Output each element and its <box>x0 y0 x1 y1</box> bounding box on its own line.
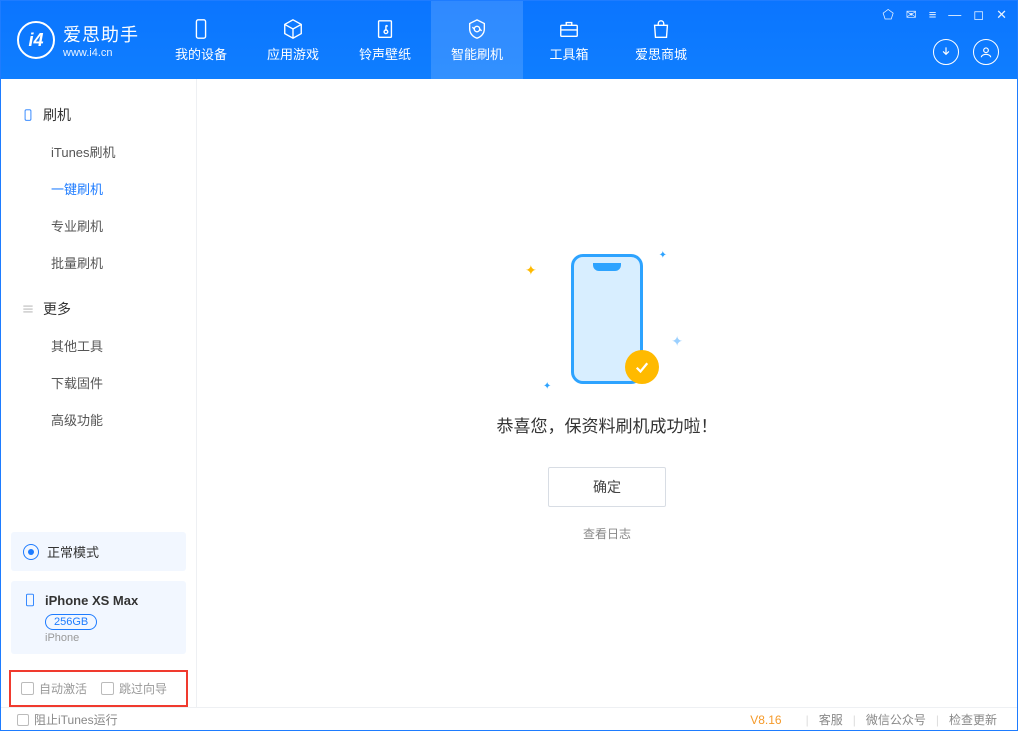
device-capacity: 256GB <box>45 614 97 630</box>
checkbox-icon <box>17 714 29 726</box>
sidebar: 刷机 iTunes刷机 一键刷机 专业刷机 批量刷机 更多 其他工具 下载固件 … <box>1 79 197 707</box>
cube-icon <box>282 18 304 40</box>
checkbox-label: 跳过向导 <box>119 680 167 697</box>
checkmark-badge-icon <box>625 350 659 384</box>
list-icon <box>21 302 35 316</box>
close-icon[interactable]: ✕ <box>996 7 1007 23</box>
device-type: iPhone <box>45 632 174 644</box>
checkbox-label: 自动激活 <box>39 680 87 697</box>
download-button[interactable] <box>933 39 959 65</box>
footer-link-wechat[interactable]: 微信公众号 <box>866 711 926 728</box>
checkbox-auto-activate[interactable]: 自动激活 <box>21 680 87 697</box>
nav-label: 智能刷机 <box>451 44 503 63</box>
sidebar-section-more: 更多 其他工具 下载固件 高级功能 <box>1 291 196 438</box>
nav-label: 工具箱 <box>549 44 588 63</box>
sidebar-item-oneclick-flash[interactable]: 一键刷机 <box>1 170 196 207</box>
logo-text: 爱思助手 www.i4.cn <box>63 21 139 59</box>
device-mode-status[interactable]: 正常模式 <box>11 532 186 571</box>
main-panel: ✦ ✦ ✦ ✦ 恭喜您，保资料刷机成功啦！ 确定 查看日志 <box>197 79 1017 707</box>
view-log-link[interactable]: 查看日志 <box>583 525 631 542</box>
briefcase-icon <box>558 18 580 40</box>
sidebar-head-flash[interactable]: 刷机 <box>1 97 196 133</box>
phone-icon <box>23 591 37 609</box>
sparkle-icon: ✦ <box>659 250 667 261</box>
sparkle-icon: ✦ <box>543 381 551 392</box>
device-name: iPhone XS Max <box>45 593 138 608</box>
nav-label: 铃声壁纸 <box>359 44 411 63</box>
separator: | <box>936 713 939 727</box>
flash-options-highlight: 自动激活 跳过向导 <box>9 670 188 707</box>
nav-label: 我的设备 <box>175 44 227 63</box>
content: 刷机 iTunes刷机 一键刷机 专业刷机 批量刷机 更多 其他工具 下载固件 … <box>1 79 1017 707</box>
music-file-icon <box>374 18 396 40</box>
sidebar-item-batch-flash[interactable]: 批量刷机 <box>1 244 196 281</box>
menu-icon[interactable]: ≡ <box>929 7 937 23</box>
app-name: 爱思助手 <box>63 21 139 47</box>
sidebar-item-download-firmware[interactable]: 下载固件 <box>1 364 196 401</box>
window-controls: ⬠ ✉ ≡ — ◻ ✕ <box>882 7 1007 23</box>
logo[interactable]: i4 爱思助手 www.i4.cn <box>1 21 155 59</box>
checkbox-block-itunes[interactable]: 阻止iTunes运行 <box>17 711 118 728</box>
device-icon <box>21 108 35 122</box>
sidebar-item-itunes-flash[interactable]: iTunes刷机 <box>1 133 196 170</box>
sidebar-item-pro-flash[interactable]: 专业刷机 <box>1 207 196 244</box>
checkbox-icon <box>21 682 34 695</box>
sparkle-icon: ✦ <box>525 262 537 279</box>
sidebar-item-advanced[interactable]: 高级功能 <box>1 401 196 438</box>
confirm-button[interactable]: 确定 <box>548 467 666 507</box>
maximize-icon[interactable]: ◻ <box>973 7 984 23</box>
separator: | <box>853 713 856 727</box>
nav-toolbox[interactable]: 工具箱 <box>523 1 615 79</box>
sidebar-section-flash: 刷机 iTunes刷机 一键刷机 专业刷机 批量刷机 <box>1 97 196 281</box>
account-button[interactable] <box>973 39 999 65</box>
footer-link-update[interactable]: 检查更新 <box>949 711 997 728</box>
nav-flash[interactable]: 智能刷机 <box>431 1 523 79</box>
main-nav: 我的设备 应用游戏 铃声壁纸 智能刷机 工具箱 爱思商城 <box>155 1 707 79</box>
app-url: www.i4.cn <box>63 47 139 59</box>
bag-icon <box>650 18 672 40</box>
footer-link-support[interactable]: 客服 <box>819 711 843 728</box>
sidebar-item-other-tools[interactable]: 其他工具 <box>1 327 196 364</box>
sidebar-head-label: 刷机 <box>43 105 71 125</box>
separator: | <box>806 713 809 727</box>
sidebar-head-label: 更多 <box>43 299 71 319</box>
nav-my-device[interactable]: 我的设备 <box>155 1 247 79</box>
nav-ringtone[interactable]: 铃声壁纸 <box>339 1 431 79</box>
checkbox-label: 阻止iTunes运行 <box>34 711 118 728</box>
sparkle-icon: ✦ <box>671 333 683 350</box>
version-label: V8.16 <box>750 713 781 727</box>
checkbox-skip-guide[interactable]: 跳过向导 <box>101 680 167 697</box>
skin-icon[interactable]: ⬠ <box>882 7 893 23</box>
success-illustration: ✦ ✦ ✦ ✦ <box>507 244 707 394</box>
feedback-icon[interactable]: ✉ <box>906 7 917 23</box>
success-message: 恭喜您，保资料刷机成功啦！ <box>497 412 718 437</box>
nav-label: 应用游戏 <box>267 44 319 63</box>
phone-icon <box>190 18 212 40</box>
minimize-icon[interactable]: — <box>948 7 961 23</box>
nav-label: 爱思商城 <box>635 44 687 63</box>
statusbar: 阻止iTunes运行 V8.16 | 客服 | 微信公众号 | 检查更新 <box>1 707 1017 731</box>
device-card[interactable]: iPhone XS Max 256GB iPhone <box>11 581 186 654</box>
shield-refresh-icon <box>466 18 488 40</box>
nav-apps[interactable]: 应用游戏 <box>247 1 339 79</box>
status-dot-icon <box>23 544 39 560</box>
header-actions <box>933 39 999 65</box>
nav-store[interactable]: 爱思商城 <box>615 1 707 79</box>
sidebar-head-more[interactable]: 更多 <box>1 291 196 327</box>
status-label: 正常模式 <box>47 542 99 561</box>
logo-icon: i4 <box>17 21 55 59</box>
titlebar: i4 爱思助手 www.i4.cn 我的设备 应用游戏 铃声壁纸 智能刷机 工具… <box>1 1 1017 79</box>
checkbox-icon <box>101 682 114 695</box>
